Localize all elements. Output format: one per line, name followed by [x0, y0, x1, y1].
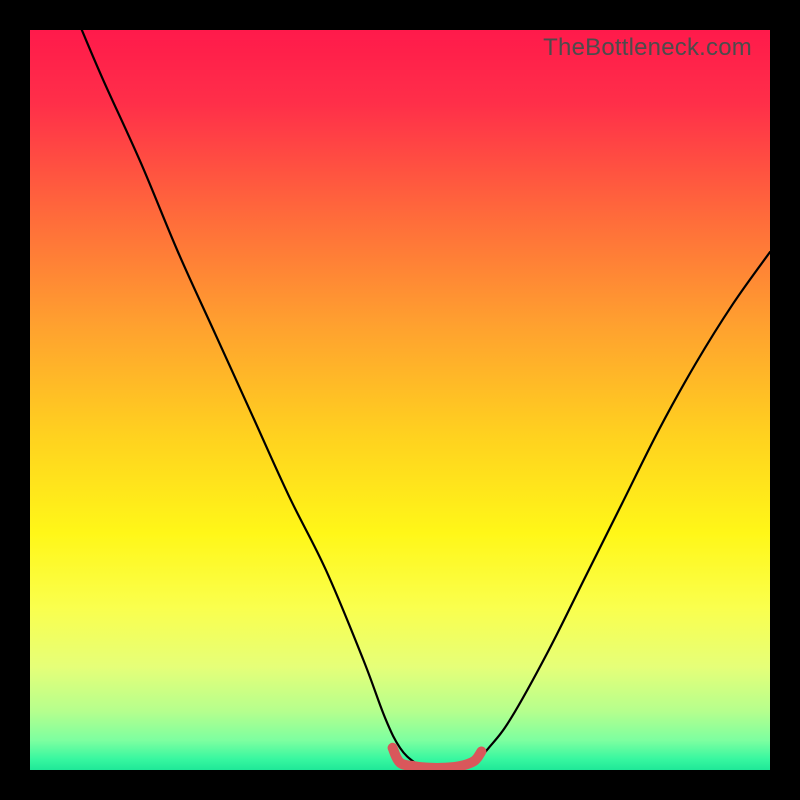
bottleneck-curve [82, 30, 770, 770]
watermark-text: TheBottleneck.com [543, 34, 752, 62]
curve-layer [30, 30, 770, 770]
optimal-flat-segment [393, 748, 482, 768]
plot-area: TheBottleneck.com [30, 30, 770, 770]
chart-frame: TheBottleneck.com [0, 0, 800, 800]
